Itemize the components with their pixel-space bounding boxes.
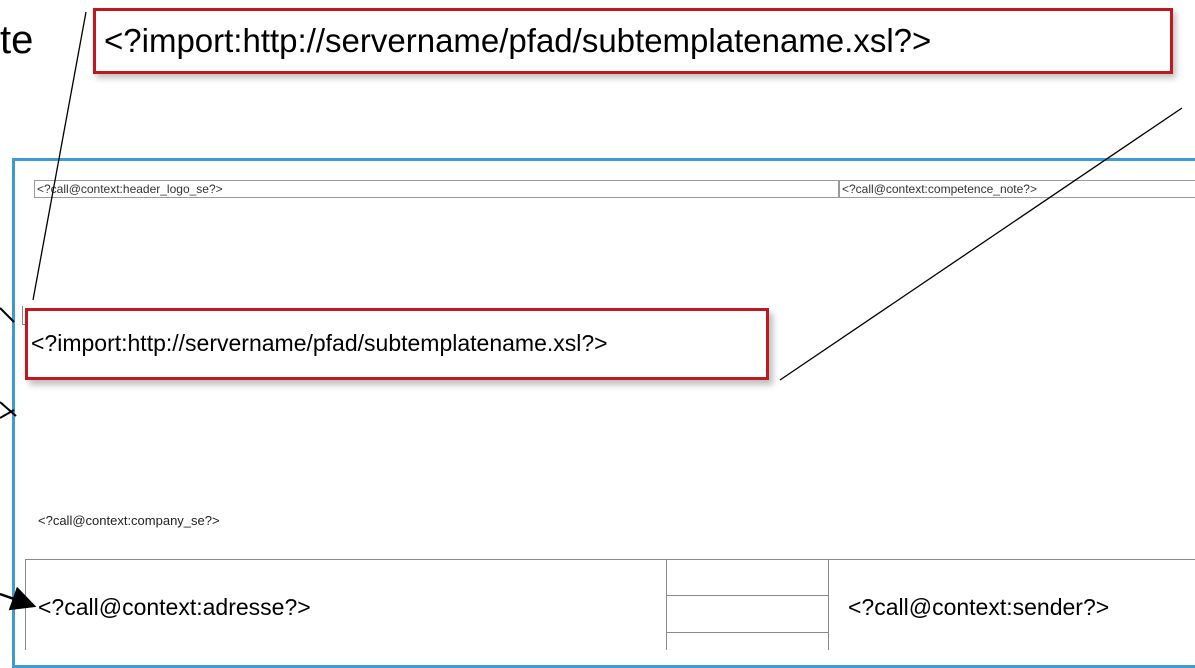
- arrow-stub-mid-2: [0, 409, 15, 419]
- arrow-to-address: [0, 586, 37, 611]
- callout-lines-overlay: [0, 11, 1183, 611]
- callout-line-left: [32, 11, 87, 301]
- callout-line-right: [779, 107, 1183, 381]
- arrow-stub-top: [0, 307, 15, 323]
